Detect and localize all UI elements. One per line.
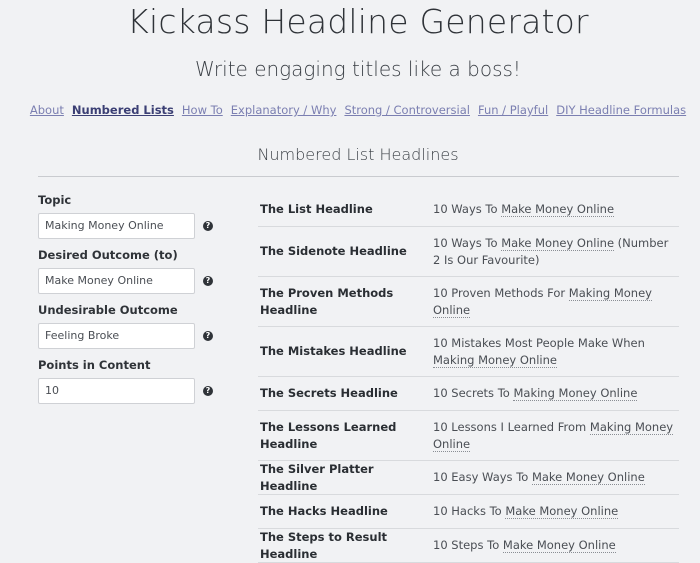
headline-topic: Making Money Online	[513, 386, 638, 401]
headline-topic: Make Money Online	[501, 202, 615, 217]
headline-type: The Proven Methods Headline	[260, 285, 394, 317]
headline-type: The List Headline	[260, 202, 373, 216]
headline-type: The Mistakes Headline	[260, 344, 407, 358]
headline-prefix: 10 Secrets To	[433, 386, 514, 400]
headline-prefix: 10 Mistakes Most People Make When	[433, 335, 645, 350]
input-form: Topic Making Money Online? Desired Outcome…	[38, 193, 228, 413]
page-subtitle: Write engaging titles like a boss!	[195, 57, 521, 81]
headline-topic: Make Money Online	[531, 470, 645, 485]
undesirable-outcome-field[interactable]: Feeling Broke	[38, 323, 195, 349]
help-icon[interactable]: ?	[203, 331, 213, 341]
page-title: Kickass Headline Generator	[127, 2, 589, 41]
form-row: Topic Making Money Online?	[38, 193, 228, 248]
headline-type: The Secrets Headline	[260, 386, 398, 400]
points-field[interactable]: 10	[38, 378, 195, 404]
table-row: The Sidenote Headline 10 Ways To Make Mon…	[258, 227, 679, 277]
headline-text[interactable]: 10 Ways To Make Money Online	[433, 201, 679, 218]
form-row: Undesirable Outcome Feeling Broke?	[38, 303, 228, 358]
help-icon[interactable]: ?	[203, 386, 213, 396]
nav-link-diy-headline-formulas[interactable]: DIY Headline Formulas	[556, 103, 686, 117]
help-icon[interactable]: ?	[203, 276, 213, 286]
form-row: Desired Outcome (to) Make Money Online?	[38, 248, 228, 303]
topic-field[interactable]: Making Money Online	[38, 213, 195, 239]
nav-link-fun-playful[interactable]: Fun / Playful	[478, 103, 548, 117]
headline-type: The Steps to Result Headline	[260, 529, 388, 561]
table-row: The Mistakes Headline 10 Mistakes Most Pe…	[258, 327, 679, 377]
field-label: Desired Outcome (to)	[38, 248, 178, 262]
headline-type: The Sidenote Headline	[260, 244, 407, 258]
headline-prefix: 10 Lessons I Learned From	[433, 419, 590, 434]
table-row: The Silver Platter Headline 10 Easy Ways …	[258, 461, 679, 495]
headline-prefix: 10 Ways To	[433, 202, 502, 216]
headline-prefix: 10 Hacks To	[433, 504, 506, 518]
headline-topic: Make Money Online	[501, 235, 615, 251]
table-row: The Proven Methods Headline 10 Proven Met…	[258, 277, 679, 327]
nav-bar: About Numbered Lists How To Explanatory / W…	[0, 103, 700, 117]
nav-link-how-to[interactable]: How To	[182, 103, 223, 117]
divider	[38, 176, 679, 177]
headline-text[interactable]: 10 Easy Ways To Make Money Online	[433, 469, 679, 486]
headline-prefix: 10 Ways To	[433, 235, 502, 250]
headline-prefix: 10 Steps To	[433, 538, 503, 552]
form-row: Points in Content 10?	[38, 358, 228, 413]
desired-outcome-field[interactable]: Make Money Online	[38, 268, 195, 294]
headline-text[interactable]: 10 Proven Methods For Making Money Onlin…	[433, 285, 679, 319]
nav-link-numbered-lists[interactable]: Numbered Lists	[72, 103, 174, 117]
field-label: Topic	[38, 193, 72, 207]
table-row: The Hacks Headline 10 Hacks To Make Money…	[258, 495, 679, 529]
nav-link-strong-controversial[interactable]: Strong / Controversial	[344, 103, 470, 117]
headline-text[interactable]: 10 Mistakes Most People Make When Making…	[433, 335, 679, 369]
headline-prefix: 10 Easy Ways To	[433, 470, 532, 484]
headline-topic: Make Money Online	[505, 504, 619, 519]
table-row: The Lessons Learned Headline 10 Lessons I…	[258, 411, 679, 461]
headline-text[interactable]: 10 Ways To Make Money Online (Number 2 I…	[433, 235, 679, 269]
nav-link-explanatory-why[interactable]: Explanatory / Why	[231, 103, 337, 117]
headline-text[interactable]: 10 Lessons I Learned From Making Money O…	[433, 419, 679, 453]
headline-type: The Hacks Headline	[260, 504, 388, 518]
help-icon[interactable]: ?	[203, 221, 213, 231]
table-row: The Secrets Headline 10 Secrets To Making…	[258, 377, 679, 411]
headline-table: The List Headline 10 Ways To Make Money O…	[258, 193, 679, 563]
section-title: Numbered List Headlines	[257, 145, 459, 164]
headline-prefix: 10 Proven Methods For	[433, 285, 569, 300]
table-row: The List Headline 10 Ways To Make Money O…	[258, 193, 679, 227]
headline-topic: Make Money Online	[502, 538, 616, 553]
nav-link-about[interactable]: About	[30, 103, 64, 117]
headline-type: The Silver Platter Headline	[260, 461, 374, 493]
field-label: Points in Content	[38, 358, 151, 372]
headline-text[interactable]: 10 Secrets To Making Money Online	[433, 385, 679, 402]
table-row: The Steps to Result Headline 10 Steps To …	[258, 529, 679, 563]
headline-type: The Lessons Learned Headline	[260, 419, 397, 451]
headline-text[interactable]: 10 Steps To Make Money Online	[433, 537, 679, 554]
headline-topic: Making Money Online	[433, 352, 557, 368]
field-label: Undesirable Outcome	[38, 303, 178, 317]
headline-text[interactable]: 10 Hacks To Make Money Online	[433, 503, 679, 520]
